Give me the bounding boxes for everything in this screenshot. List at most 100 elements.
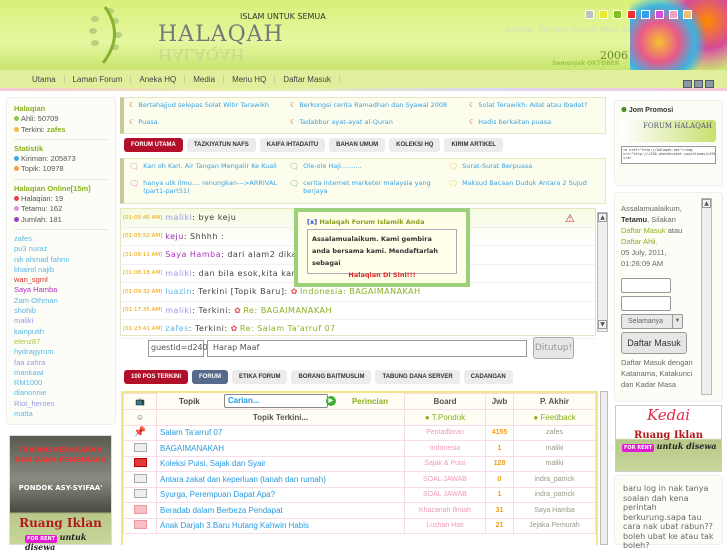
topic-title-link[interactable]: BAGAIMANAKAH [160,444,224,453]
online-user-link[interactable]: matta [14,409,108,419]
last-poster-link[interactable]: indra_patrick [513,486,596,503]
online-user-link[interactable]: faa zahra [14,358,108,368]
shout-user[interactable]: keju [165,232,184,241]
board-link[interactable]: Sajak & Puisi [404,455,486,472]
topic-link[interactable]: Kari oh Kari, Air Tangan Mengalir Ke Kua… [143,162,277,176]
last-poster-link[interactable]: maliki [513,440,596,457]
theme-color-swatch[interactable] [655,10,664,19]
nav-item[interactable]: Laman Forum [65,74,132,84]
nav-item[interactable]: Aneka HQ [131,74,186,84]
shout-user[interactable]: maliki [165,213,192,222]
promo-code-textarea[interactable]: <a href="http://halaqah.net"><img src="h… [621,146,716,164]
last-poster-link[interactable]: zafes [513,424,596,441]
online-user-link[interactable]: wan_sgml [14,275,108,285]
left-ad-banner[interactable]: TABUNG KEBAKARAN DAN DANA PEMBINAAN POND… [9,435,112,552]
online-user-link[interactable]: kainputih [14,327,108,337]
online-user-link[interactable]: nik ahmad fahmi [14,255,108,265]
category-tab[interactable]: BAHAN UMUM [329,138,386,152]
post-tab[interactable]: TABUNG DANA SERVER [375,370,460,384]
last-poster-link[interactable]: indra_patrick [513,471,596,488]
topic-title-link[interactable]: Salam Ta'arruf 07 [160,428,222,437]
login-scrollbar[interactable]: ▲ [701,198,712,395]
scroll-up-icon[interactable]: ▲ [598,213,607,222]
board-link[interactable]: Lushan Hati [404,517,486,534]
online-user-link[interactable]: dianonnie [14,388,108,398]
promo-banner[interactable]: FORUM HALAQAH [621,120,716,142]
shout-submit-button[interactable]: Ditutup! [533,337,574,359]
article-link[interactable]: Tadabbur ayat-ayat al-Quran [299,118,393,126]
scroll-down-icon[interactable]: ▼ [598,320,607,329]
password-input[interactable] [621,296,671,311]
online-user-link[interactable]: mankawi [14,368,108,378]
feedback-link[interactable]: ● Feedback [513,409,596,426]
shout-user[interactable]: maliki [165,306,192,315]
category-tab[interactable]: TAZKIYATUN NAFS [186,138,256,152]
theme-color-swatch[interactable] [669,10,678,19]
shoutbox-scrollbar[interactable]: ▲ ▼ [597,212,608,332]
chevron-down-icon[interactable]: ▼ [672,315,682,328]
search-go-icon[interactable]: ▶ [325,396,336,407]
nav-item[interactable]: Daftar Masuk [275,74,340,84]
topic-title-link[interactable]: Koleksi Puisi, Sajak dan Syair [160,459,266,468]
last-poster-link[interactable]: Jejaka Pemurah [513,517,596,534]
last-poster-link[interactable]: Saya Hamba [513,502,596,519]
article-link[interactable]: Berkongsi cerita Ramadhan dan Syawal 200… [299,101,447,109]
register-link[interactable]: Halaqian Di Sini!!! [312,269,452,281]
topic-link[interactable]: Surat-Surat Berpuasa [462,162,532,176]
article-link[interactable]: Hadis berkaitan puasa [478,118,551,126]
online-user-link[interactable]: Riot_heroes [14,399,108,409]
shout-topic-link[interactable]: Indonesia: BAGAIMANAKAH [300,287,421,296]
online-user-link[interactable]: Saya Hamba [14,285,108,295]
board-link[interactable]: Khazanah Ilmiah [404,502,486,519]
board-link[interactable]: Indonesia [404,440,486,457]
topic-link[interactable]: cerita internet marketer malaysia yang b… [303,179,448,200]
theme-color-swatch[interactable] [683,10,692,19]
collapse-center-button[interactable] [694,80,703,88]
category-tab[interactable]: KOLEKSI HQ [389,138,441,152]
search-input[interactable]: Carian... ▶ [223,394,336,409]
online-user-link[interactable]: zafes [14,234,108,244]
online-user-link[interactable]: khairol najib [14,265,108,275]
post-tab[interactable]: FORUM [192,370,229,384]
username-input[interactable] [621,278,671,293]
board-link[interactable]: SOAL JAWAB [404,471,486,488]
session-length-select[interactable]: Selamanya ▼ [621,314,683,329]
article-link[interactable]: Puasa. [138,118,159,126]
nav-item[interactable]: Utama [24,74,65,84]
post-tab[interactable]: BORANG BAITMUSLIM [291,370,372,384]
online-user-link[interactable]: Zam Othman [14,296,108,306]
shout-user[interactable]: Saya Hamba [165,250,221,259]
category-tab[interactable]: KAIFA IHTADAITU [259,138,326,152]
tpondok-link[interactable]: ● T.Pondok [404,409,486,426]
online-user-link[interactable]: maliki [14,316,108,326]
last-poster-link[interactable]: maliki [513,455,596,472]
collapse-left-button[interactable] [683,80,692,88]
warning-icon[interactable]: ⚠ [565,212,575,225]
guest-name-input[interactable]: guestid=d240 [148,340,208,357]
close-icon[interactable]: [x] [307,218,317,226]
board-link[interactable]: Pentadbiran [404,424,486,441]
topic-title-link[interactable]: Beradab dalam Berbeza Pendapat [160,506,283,515]
theme-color-swatch[interactable] [641,10,650,19]
online-user-link[interactable]: RM1000 [14,378,108,388]
theme-color-swatch[interactable] [627,10,636,19]
shout-user[interactable]: maliki [165,269,192,278]
topic-title-link[interactable]: Antara zakat dan keperluan (tanah dan ru… [160,475,326,484]
shout-topic-link[interactable]: Re: Salam Ta'arruf 07 [240,324,336,333]
article-link[interactable]: Bertahajjud selepas Solat Witir Tarawikh [138,101,269,109]
article-link[interactable]: Solat Terawikh: Adat atau Ibadat? [478,101,587,109]
board-link[interactable]: SOAL JAWAB [404,486,486,503]
collapse-right-button[interactable] [705,80,714,88]
topic-link[interactable]: Ole-ole Haji.......... [303,162,361,176]
topic-title-link[interactable]: Syurga, Perempuan Dapat Apa? [160,490,275,499]
theme-color-swatch[interactable] [599,10,608,19]
post-tab[interactable]: 100 POS TERKINI [124,370,189,384]
online-user-link[interactable]: pu3 nuraz [14,244,108,254]
shout-message-input[interactable]: Harap Maaf [207,340,527,357]
post-tab[interactable]: ETIKA FORUM [232,370,288,384]
online-user-link[interactable]: hydragyrum [14,347,108,357]
kedai-ad-banner[interactable]: Kedai Ruang Iklan FOR RENT untuk disewa [615,405,722,472]
topic-link[interactable]: hanya utk ilmu.... renungkan--->ARRIVAL … [143,179,289,200]
online-user-link[interactable]: shohib [14,306,108,316]
topic-link[interactable]: Maksud Bacaan Duduk Antara 2 Sujud [462,179,587,200]
